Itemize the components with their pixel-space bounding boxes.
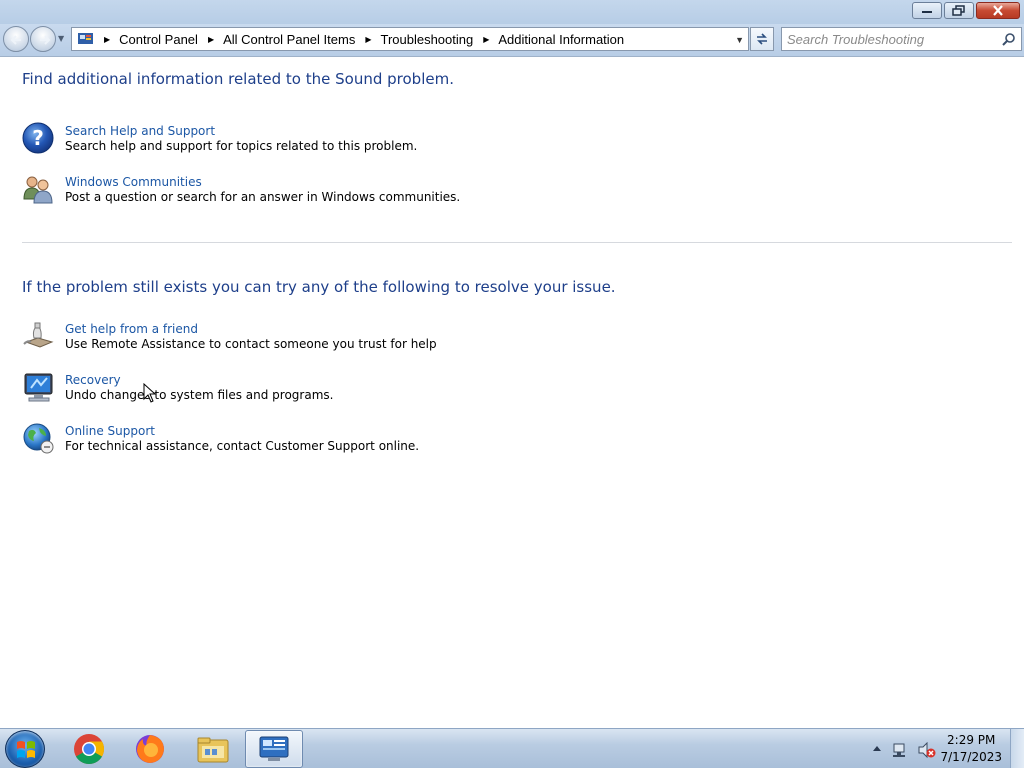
mouse-cursor-icon (143, 383, 157, 403)
breadcrumb-all-control-panel-items[interactable]: All Control Panel Items (223, 32, 355, 47)
refresh-icon (757, 33, 767, 45)
taskbar-control-panel-button[interactable] (245, 730, 303, 768)
taskbar: 2:29 PM 7/17/2023 (0, 728, 1024, 768)
breadcrumb-troubleshooting[interactable]: Troubleshooting (380, 32, 473, 47)
show-desktop-button[interactable] (1010, 729, 1024, 768)
close-icon (993, 5, 1003, 16)
address-dropdown-icon[interactable]: ▼ (735, 35, 744, 45)
search-icon[interactable] (1002, 32, 1016, 46)
recent-pages-dropdown[interactable]: ▼ (58, 34, 64, 43)
back-button[interactable] (3, 26, 29, 52)
recovery-icon (24, 373, 53, 402)
firefox-icon (136, 735, 164, 763)
volume-muted-icon[interactable] (918, 742, 936, 758)
list-item-online-support: Online Support For technical assistance,… (22, 422, 622, 462)
list-item-get-help-from-friend: Get help from a friend Use Remote Assist… (22, 320, 622, 360)
clock-date: 7/17/2023 (940, 750, 1002, 764)
title-bar (0, 0, 1024, 24)
show-hidden-icons-icon[interactable] (872, 744, 882, 752)
breadcrumb-additional-information[interactable]: Additional Information (498, 32, 624, 47)
remote-assistance-icon (23, 322, 54, 348)
windows-logo-icon (17, 741, 35, 758)
restore-button[interactable] (944, 2, 974, 19)
taskbar-explorer-button[interactable] (184, 730, 242, 768)
restore-icon (952, 5, 965, 16)
online-support-link[interactable]: Online Support (65, 424, 155, 438)
breadcrumb-separator-icon[interactable]: ▶ (365, 35, 371, 44)
list-item-search-help: ? Search Help and Support Search help an… (22, 122, 622, 162)
explorer-icon (197, 737, 229, 763)
control-panel-small-icon (78, 32, 94, 46)
breadcrumb: ▶ Control Panel ▶ All Control Panel Item… (100, 32, 624, 47)
minimize-icon (922, 10, 932, 13)
svg-text:?: ? (32, 126, 44, 150)
help-icon: ? (22, 122, 54, 154)
minimize-button[interactable] (912, 2, 942, 19)
control-panel-icon (259, 736, 289, 761)
clock[interactable]: 2:29 PM 7/17/2023 (940, 732, 1002, 766)
refresh-button[interactable] (750, 27, 774, 51)
search-box[interactable] (781, 27, 1022, 51)
notification-area: 2:29 PM 7/17/2023 (864, 729, 1024, 768)
heading-additional-information: Find additional information related to t… (22, 70, 454, 88)
arrow-left-icon (10, 35, 21, 45)
address-bar[interactable]: ▶ Control Panel ▶ All Control Panel Item… (71, 27, 749, 51)
navigation-bar: ▼ ▶ Control Panel ▶ All Control Panel It… (0, 24, 1024, 57)
recovery-description: Undo changes to system files and program… (65, 388, 334, 402)
globe-icon (23, 423, 54, 454)
arrow-right-icon (40, 35, 51, 45)
forward-button[interactable] (30, 26, 56, 52)
get-help-from-friend-description: Use Remote Assistance to contact someone… (65, 337, 437, 351)
heading-resolve-issue: If the problem still exists you can try … (22, 278, 616, 296)
get-help-from-friend-link[interactable]: Get help from a friend (65, 322, 198, 336)
breadcrumb-separator-icon[interactable]: ▶ (208, 35, 214, 44)
breadcrumb-separator-icon[interactable]: ▶ (104, 35, 110, 44)
search-input[interactable] (782, 28, 992, 50)
chrome-icon (74, 734, 105, 765)
taskbar-firefox-button[interactable] (121, 730, 179, 768)
clock-time: 2:29 PM (947, 733, 996, 747)
taskbar-chrome-button[interactable] (60, 730, 118, 768)
windows-communities-description: Post a question or search for an answer … (65, 190, 461, 204)
network-icon[interactable] (892, 742, 908, 758)
windows-communities-link[interactable]: Windows Communities (65, 175, 202, 189)
list-item-recovery: Recovery Undo changes to system files an… (22, 371, 622, 411)
start-button[interactable] (5, 730, 45, 768)
online-support-description: For technical assistance, contact Custom… (65, 439, 420, 453)
recovery-link[interactable]: Recovery (65, 373, 121, 387)
breadcrumb-control-panel[interactable]: Control Panel (119, 32, 198, 47)
search-help-description: Search help and support for topics relat… (65, 139, 418, 153)
communities-icon (23, 176, 53, 204)
search-help-and-support-link[interactable]: Search Help and Support (65, 124, 215, 138)
caption-buttons (912, 2, 1020, 19)
list-item-windows-communities: Windows Communities Post a question or s… (22, 173, 622, 213)
close-button[interactable] (976, 2, 1020, 19)
section-divider (22, 242, 1012, 243)
breadcrumb-separator-icon[interactable]: ▶ (483, 35, 489, 44)
